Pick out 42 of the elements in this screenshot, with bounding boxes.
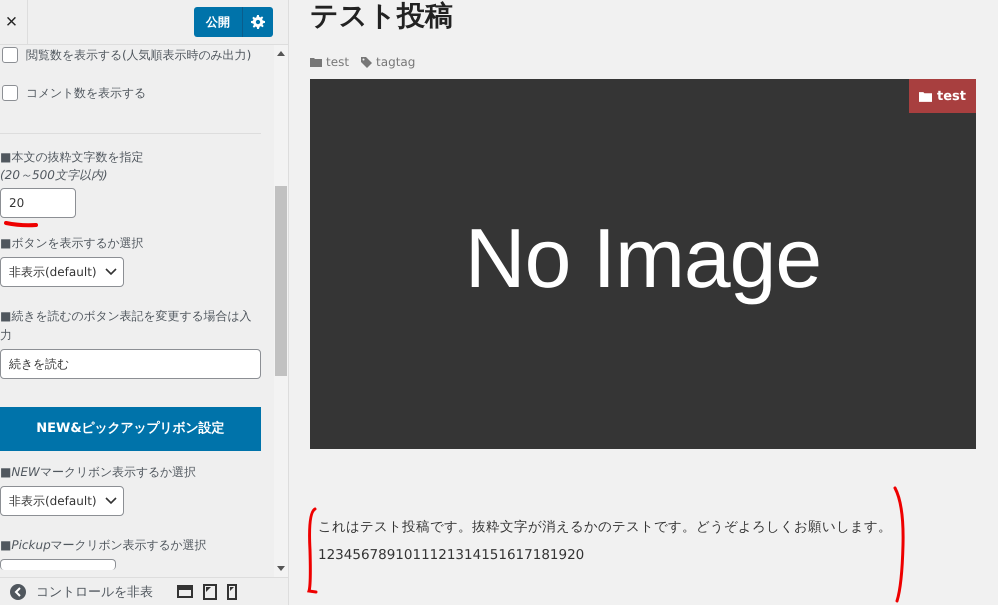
- no-image-text: No Image: [464, 210, 822, 306]
- select-field[interactable]: [0, 559, 116, 570]
- folder-icon: [310, 57, 322, 67]
- tag-icon: [361, 56, 372, 68]
- publish-button[interactable]: 公開: [194, 7, 243, 37]
- folder-icon: [919, 90, 932, 102]
- hide-controls-link[interactable]: コントロールを非表: [36, 582, 153, 600]
- checkbox[interactable]: [2, 85, 18, 101]
- select-field[interactable]: 非表示(default): [0, 486, 124, 516]
- field-hint: (20～500文字以内): [0, 167, 109, 184]
- scrollbar[interactable]: [274, 45, 288, 577]
- category-link[interactable]: test: [326, 55, 350, 69]
- field-label: ■Pickupマークリボン表示するか選択: [0, 537, 208, 554]
- chevron-down-icon: [104, 497, 117, 505]
- select-field[interactable]: 非表示(default): [0, 257, 124, 287]
- desktop-icon[interactable]: [177, 584, 193, 598]
- chevron-down-icon: [104, 268, 117, 276]
- settings-icon: [251, 15, 265, 29]
- collapse-icon[interactable]: [10, 584, 26, 600]
- number-field[interactable]: 20: [0, 188, 76, 218]
- settings-button[interactable]: [243, 7, 273, 37]
- tag-link[interactable]: tagtag: [376, 55, 416, 69]
- excerpt-text: 1234567891011121314151617181920: [318, 546, 586, 565]
- badge-label: test: [937, 88, 966, 104]
- close-button[interactable]: ×: [0, 0, 28, 44]
- checkbox-label: 閲覧数を表示する(人気順表示時のみ出力): [26, 47, 252, 64]
- checkbox-label: コメント数を表示する: [26, 85, 146, 102]
- scroll-down-icon[interactable]: [277, 566, 285, 571]
- section-heading: NEW&ピックアップリボン設定: [0, 407, 261, 451]
- post-title: テスト投稿: [310, 0, 454, 34]
- tablet-icon[interactable]: [203, 584, 217, 600]
- field-label: ■続きを読むのボタン表記を変更する場合は入力: [0, 308, 252, 344]
- text-field[interactable]: 続きを読む: [0, 349, 261, 379]
- field-label: ■NEWマークリボン表示するか選択: [0, 464, 197, 481]
- field-label: ■ボタンを表示するか選択: [0, 235, 144, 252]
- excerpt-text: これはテスト投稿です。抜粋文字が消えるかのテストです。どうぞよろしくお願いします。: [318, 518, 892, 537]
- scroll-up-icon[interactable]: [277, 51, 285, 56]
- scrollbar-thumb[interactable]: [275, 186, 287, 376]
- field-label: ■本文の抜粋文字数を指定: [0, 149, 144, 166]
- category-badge[interactable]: test: [909, 79, 976, 113]
- mobile-icon[interactable]: [227, 584, 237, 600]
- checkbox[interactable]: [2, 47, 18, 63]
